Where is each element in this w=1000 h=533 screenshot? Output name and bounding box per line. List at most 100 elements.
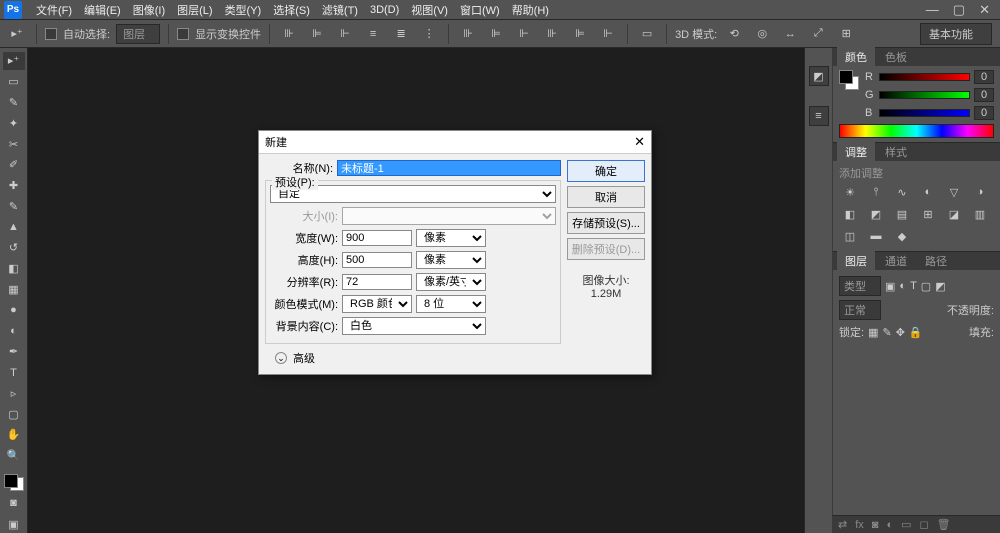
new-layer-icon[interactable]: ◻	[920, 518, 929, 531]
workspace-dropdown[interactable]: 基本功能	[920, 23, 992, 45]
tab-styles[interactable]: 样式	[877, 142, 915, 162]
width-unit-select[interactable]: 像素	[416, 229, 486, 247]
adj-brightness-icon[interactable]: ☀	[841, 185, 859, 199]
adj-lookup-icon[interactable]: ⊞	[919, 207, 937, 221]
adj-gradient-icon[interactable]: ▬	[867, 229, 885, 243]
auto-select-dropdown[interactable]: 图层	[116, 24, 160, 44]
tab-adjust[interactable]: 调整	[837, 142, 875, 162]
move-tool[interactable]: ▸⁺	[3, 52, 25, 70]
adj-bw-icon[interactable]: ◧	[841, 207, 859, 221]
dock-btn-2[interactable]: ≡	[809, 106, 829, 126]
3d-icon-5[interactable]: ⊞	[835, 23, 857, 45]
stamp-tool[interactable]: ▲	[3, 218, 25, 236]
filter-icon-4[interactable]: ▢	[921, 280, 931, 293]
ok-button[interactable]: 确定	[567, 160, 645, 182]
marquee-tool[interactable]: ▭	[3, 73, 25, 91]
heal-tool[interactable]: ✚	[3, 177, 25, 195]
lock-icon-1[interactable]: ▦	[868, 326, 878, 339]
align-icon-6[interactable]: ⋮	[418, 23, 440, 45]
dialog-close-icon[interactable]: ✕	[634, 134, 645, 150]
align-icon-3[interactable]: ⊩	[334, 23, 356, 45]
zoom-tool[interactable]: 🔍	[3, 447, 25, 465]
lock-icon-3[interactable]: ✥	[896, 326, 905, 339]
brush-tool[interactable]: ✎	[3, 197, 25, 215]
minimize-icon[interactable]: —	[926, 2, 939, 18]
group-icon[interactable]: ▭	[901, 518, 911, 531]
cancel-button[interactable]: 取消	[567, 186, 645, 208]
adj-invert-icon[interactable]: ◪	[945, 207, 963, 221]
gradient-tool[interactable]: ▦	[3, 281, 25, 299]
wand-tool[interactable]: ✦	[3, 114, 25, 132]
text-tool[interactable]: T	[3, 364, 25, 382]
screenmode-tool[interactable]: ▣	[3, 515, 25, 533]
tab-channels[interactable]: 通道	[877, 251, 915, 271]
menu-window[interactable]: 窗口(W)	[454, 0, 506, 20]
spectrum-bar[interactable]	[839, 124, 994, 138]
path-tool[interactable]: ▹	[3, 385, 25, 403]
filter-icon-5[interactable]: ◩	[935, 280, 945, 293]
shape-tool[interactable]: ▢	[3, 405, 25, 423]
menu-view[interactable]: 视图(V)	[405, 0, 454, 20]
tab-paths[interactable]: 路径	[917, 251, 955, 271]
lock-icon-4[interactable]: 🔒	[909, 326, 923, 339]
dist-icon-4[interactable]: ⊪	[541, 23, 563, 45]
panel-fg-swatch[interactable]	[839, 70, 853, 84]
adj-levels-icon[interactable]: ⫯	[867, 185, 885, 199]
height-unit-select[interactable]: 像素	[416, 251, 486, 269]
adj-exposure-icon[interactable]: ◐	[919, 185, 937, 199]
mask-icon[interactable]: ◙	[872, 519, 879, 531]
name-input[interactable]	[337, 160, 561, 176]
align-icon-4[interactable]: ≡	[362, 23, 384, 45]
fx-icon[interactable]: fx	[855, 519, 864, 531]
dist-icon-2[interactable]: ⊫	[485, 23, 507, 45]
blur-tool[interactable]: ●	[3, 301, 25, 319]
fg-color-swatch[interactable]	[4, 474, 18, 488]
adj-hue-icon[interactable]: ◑	[971, 185, 989, 199]
res-unit-select[interactable]: 像素/英寸	[416, 273, 486, 291]
r-slider[interactable]	[879, 73, 970, 81]
menu-edit[interactable]: 编辑(E)	[78, 0, 127, 20]
trash-icon[interactable]: 🗑	[937, 518, 951, 531]
menu-image[interactable]: 图像(I)	[127, 0, 171, 20]
move-tool-icon[interactable]: ▸⁺	[6, 23, 28, 45]
3d-icon-3[interactable]: ↔	[779, 23, 801, 45]
show-transform-checkbox[interactable]	[177, 28, 189, 40]
quickmask-tool[interactable]: ◙	[3, 494, 25, 512]
width-input[interactable]	[342, 230, 412, 246]
dist-icon-6[interactable]: ⊩	[597, 23, 619, 45]
eyedropper-tool[interactable]: ✐	[3, 156, 25, 174]
lock-icon-2[interactable]: ✎	[882, 326, 891, 339]
adj-mixer-icon[interactable]: ▤	[893, 207, 911, 221]
color-swatch[interactable]	[4, 474, 24, 492]
dock-btn-1[interactable]: ◩	[809, 66, 829, 86]
pen-tool[interactable]: ✒	[3, 343, 25, 361]
depth-select[interactable]: 8 位	[416, 295, 486, 313]
adj-vibrance-icon[interactable]: ▽	[945, 185, 963, 199]
adj-threshold-icon[interactable]: ◫	[841, 229, 859, 243]
tab-layers[interactable]: 图层	[837, 251, 875, 271]
g-slider[interactable]	[879, 91, 970, 99]
b-value[interactable]: 0	[974, 106, 994, 120]
menu-type[interactable]: 类型(Y)	[219, 0, 268, 20]
dist-icon-3[interactable]: ⊩	[513, 23, 535, 45]
r-value[interactable]: 0	[974, 70, 994, 84]
link-icon[interactable]: ⇄	[838, 518, 847, 531]
dist-icon-1[interactable]: ⊪	[457, 23, 479, 45]
filter-icon-3[interactable]: T	[910, 280, 917, 292]
res-input[interactable]	[342, 274, 412, 290]
align-icon-5[interactable]: ≣	[390, 23, 412, 45]
align-icon-2[interactable]: ⊫	[306, 23, 328, 45]
tab-swatches[interactable]: 色板	[877, 47, 915, 67]
3d-icon-1[interactable]: ⟲	[723, 23, 745, 45]
eraser-tool[interactable]: ◧	[3, 260, 25, 278]
dist-icon-5[interactable]: ⊫	[569, 23, 591, 45]
adj-selective-icon[interactable]: ◆	[893, 229, 911, 243]
lasso-tool[interactable]: ✎	[3, 94, 25, 112]
3d-icon-4[interactable]: ⤢	[807, 23, 829, 45]
history-brush-tool[interactable]: ↺	[3, 239, 25, 257]
dodge-tool[interactable]: ◐	[3, 322, 25, 340]
layer-filter-type[interactable]: 类型	[839, 276, 881, 296]
b-slider[interactable]	[879, 109, 970, 117]
menu-file[interactable]: 文件(F)	[30, 0, 78, 20]
advanced-toggle[interactable]: ⌄ 高级	[265, 344, 561, 368]
